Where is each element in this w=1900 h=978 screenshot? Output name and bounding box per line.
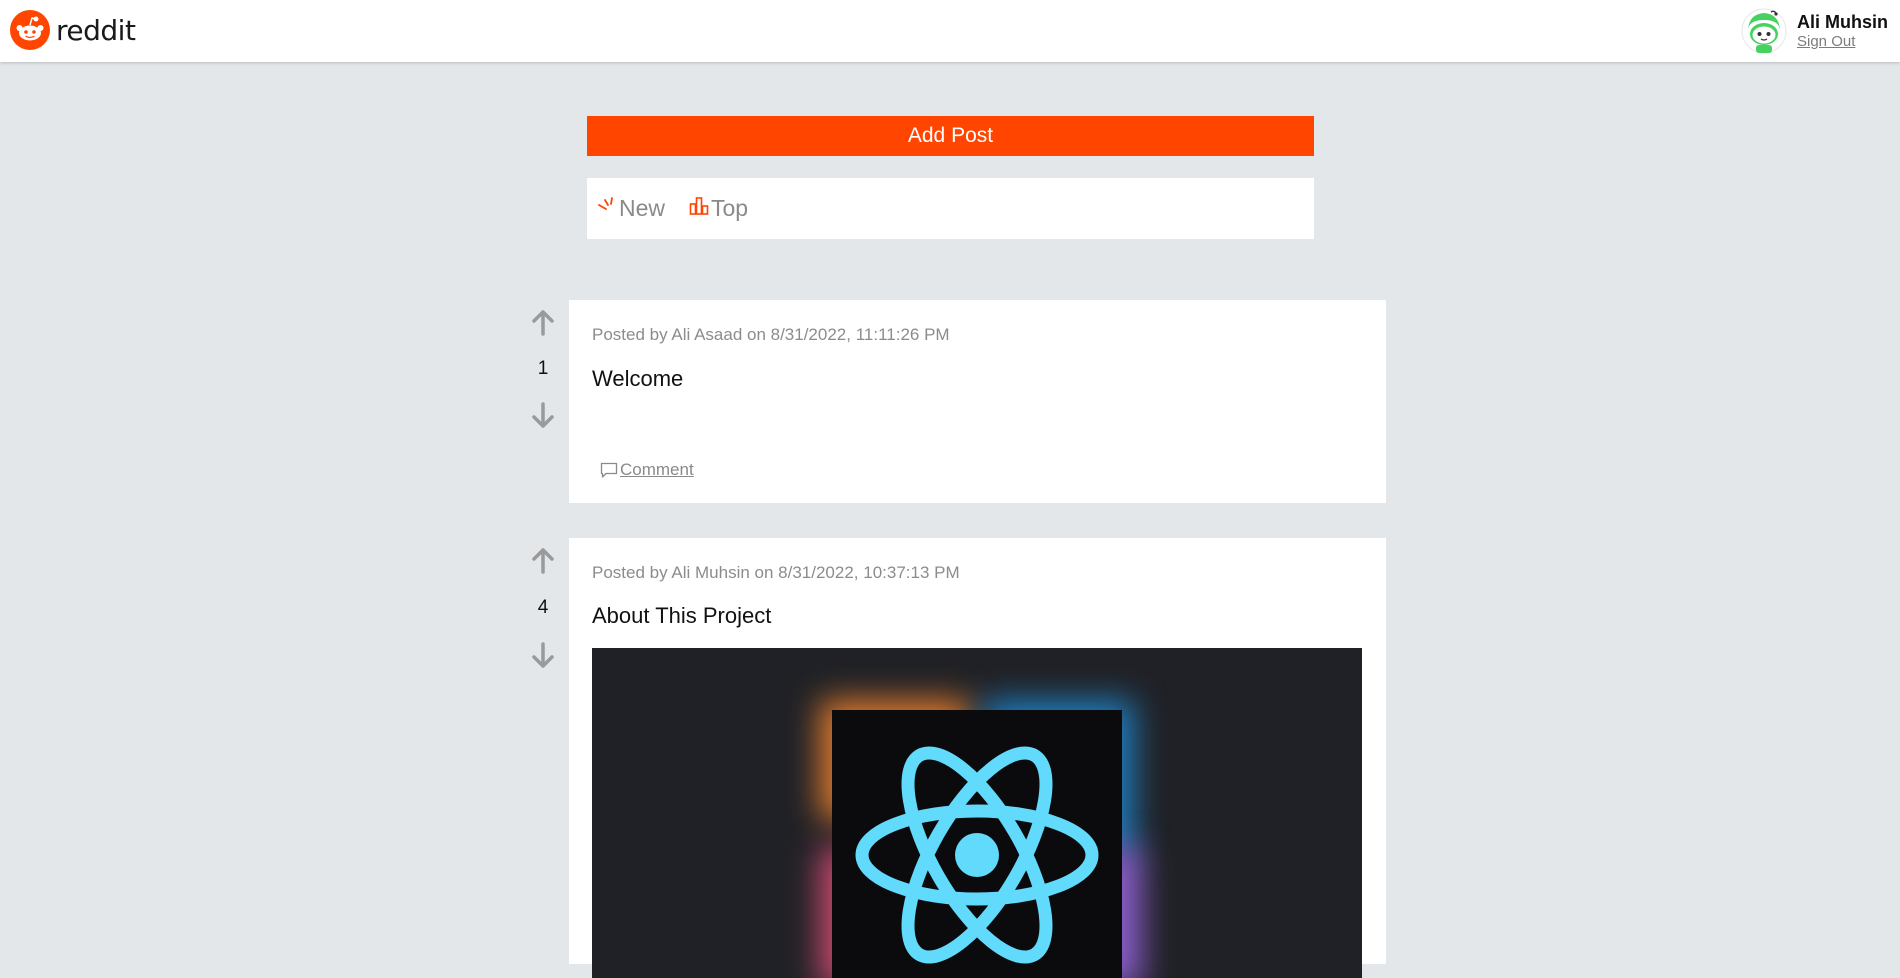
user-avatar[interactable]	[1741, 8, 1787, 54]
vote-score: 4	[537, 597, 549, 618]
speech-bubble-icon	[600, 462, 618, 478]
post-title[interactable]: Welcome	[592, 366, 683, 392]
sort-top-tab[interactable]: Top	[689, 195, 748, 222]
reddit-logo-link[interactable]: reddit	[10, 10, 136, 50]
post-card[interactable]: Posted by Ali Asaad on 8/31/2022, 11:11:…	[569, 300, 1386, 503]
logo-wordmark: reddit	[56, 13, 136, 47]
arrow-up-icon	[532, 310, 554, 336]
vote-column: 4	[520, 546, 566, 670]
reddit-logo-icon	[10, 10, 50, 50]
react-logo-icon	[855, 746, 1099, 964]
post-item: 4 Posted by Ali Muhsin on 8/31/2022, 10:…	[520, 538, 1386, 978]
post-title[interactable]: About This Project	[592, 603, 771, 629]
post-item: 1 Posted by Ali Asaad on 8/31/2022, 11:1…	[520, 300, 1386, 503]
upvote-button[interactable]	[529, 308, 557, 338]
post-image[interactable]	[592, 648, 1362, 978]
sparkle-icon	[598, 196, 613, 210]
sort-bar: New Top	[587, 178, 1314, 239]
arrow-up-icon	[532, 548, 554, 574]
sign-out-link[interactable]: Sign Out	[1797, 33, 1888, 51]
post-meta: Posted by Ali Muhsin on 8/31/2022, 10:37…	[592, 563, 960, 582]
top-navbar: reddit Ali Muhsin Sign Out	[0, 0, 1900, 62]
user-menu: Ali Muhsin Sign Out	[1741, 7, 1888, 55]
vote-score: 1	[537, 358, 549, 379]
vote-column: 1	[520, 308, 566, 430]
sort-new-label: New	[619, 195, 666, 221]
upvote-button[interactable]	[529, 546, 557, 576]
arrow-down-icon	[532, 402, 554, 428]
sort-new-tab[interactable]: New	[597, 195, 665, 222]
sort-top-label: Top	[711, 195, 749, 221]
downvote-button[interactable]	[529, 640, 557, 670]
user-name: Ali Muhsin	[1797, 12, 1888, 32]
comment-link[interactable]: Comment	[600, 460, 694, 480]
arrow-down-icon	[532, 642, 554, 668]
post-card[interactable]: Posted by Ali Muhsin on 8/31/2022, 10:37…	[569, 538, 1386, 978]
add-post-button[interactable]: Add Post	[587, 116, 1314, 156]
react-logo-box	[832, 710, 1122, 978]
user-info: Ali Muhsin Sign Out	[1797, 11, 1888, 51]
post-meta: Posted by Ali Asaad on 8/31/2022, 11:11:…	[592, 325, 950, 344]
downvote-button[interactable]	[529, 400, 557, 430]
snoo-avatar-icon	[1741, 8, 1787, 54]
bar-chart-icon	[689, 196, 709, 215]
comment-label: Comment	[620, 460, 694, 479]
